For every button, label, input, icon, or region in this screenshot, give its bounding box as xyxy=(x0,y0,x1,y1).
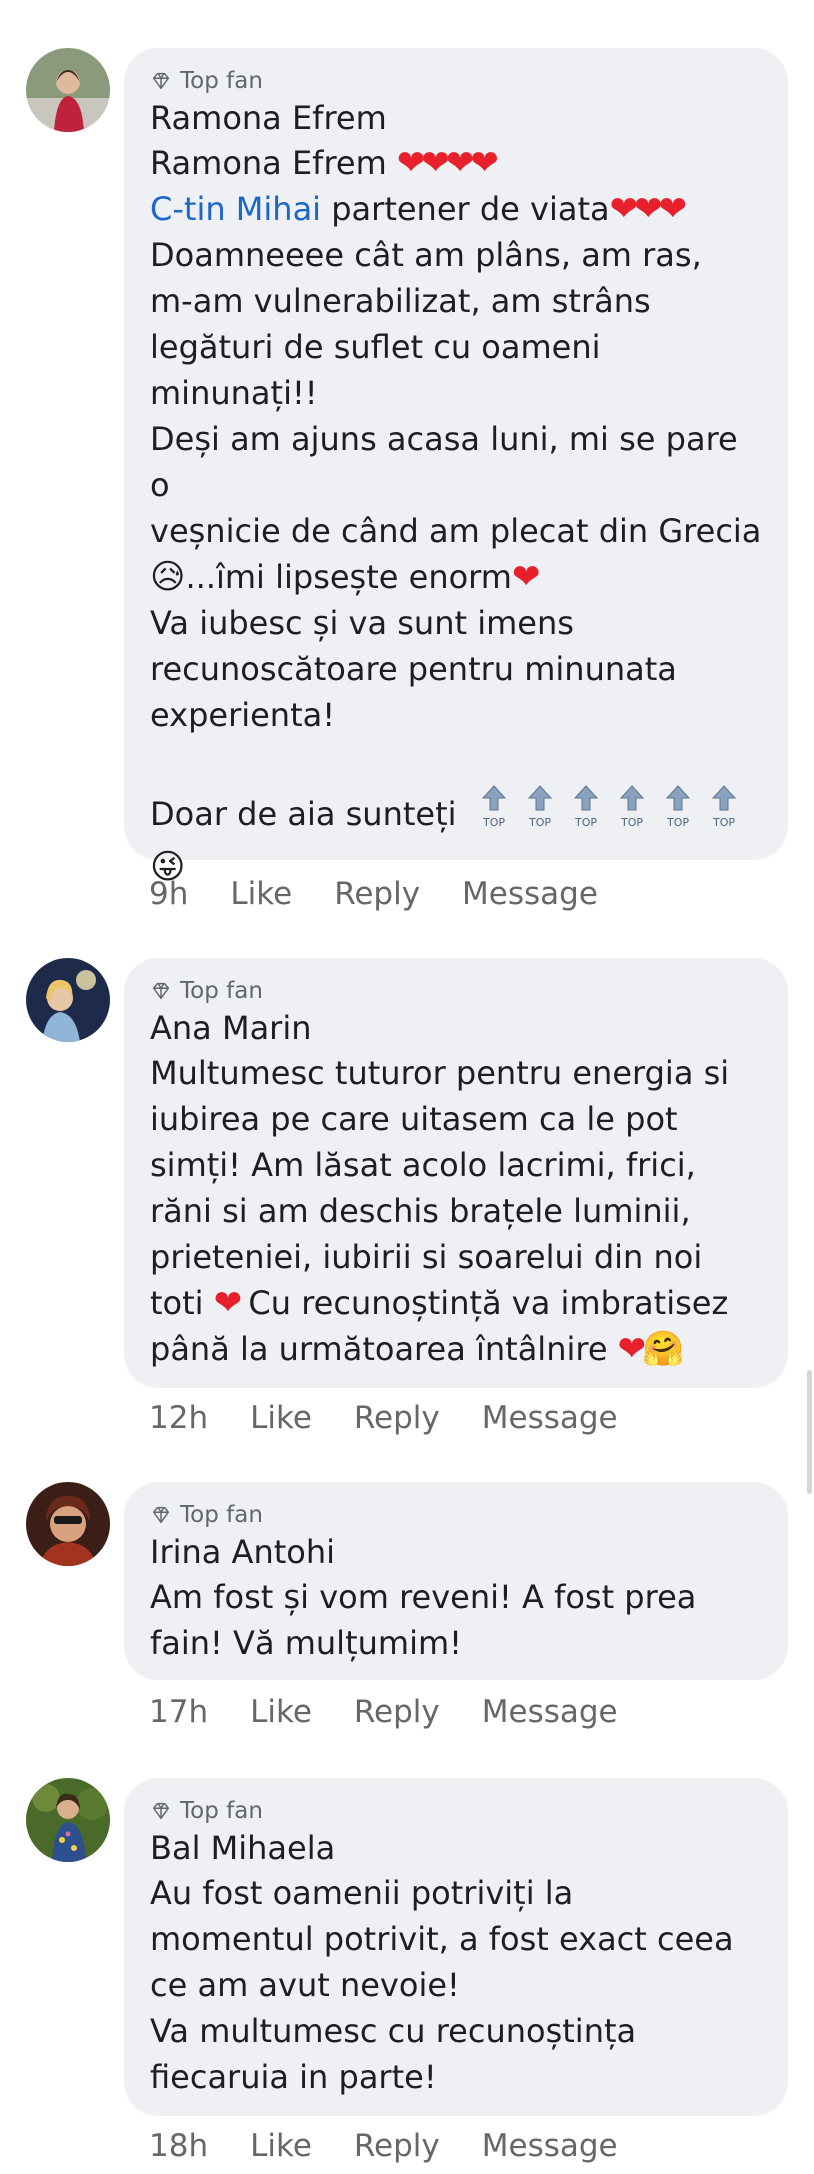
top-fan-badge: Top fan xyxy=(150,976,762,1006)
comment-bubble: Top fan Ana Marin Multumesc tuturor pent… xyxy=(124,958,788,1388)
comment-text: Au fost oamenii potriviți la momentul po… xyxy=(150,1870,762,2100)
badge-label: Top fan xyxy=(180,68,263,94)
like-button[interactable]: Like xyxy=(250,1400,312,1436)
scrollbar[interactable] xyxy=(807,1370,812,1494)
text-line: Multumesc tuturor pentru energia si xyxy=(150,1054,730,1092)
comment-bubble: Top fan Bal Mihaela Au fost oamenii potr… xyxy=(124,1778,788,2116)
text-line: Am fost și vom reveni! A fost prea xyxy=(150,1578,697,1616)
author-name[interactable]: Ana Marin xyxy=(150,1006,762,1050)
author-name[interactable]: Bal Mihaela xyxy=(150,1826,762,1870)
avatar[interactable] xyxy=(26,958,110,1042)
text-line: prieteniei, iubirii si soarelui din noi xyxy=(150,1238,703,1276)
diamond-icon xyxy=(152,1802,170,1820)
text-line: răni si am deschis brațele luminii, xyxy=(150,1192,691,1230)
author-name[interactable]: Irina Antohi xyxy=(150,1530,762,1574)
heart-emoji: ❤ xyxy=(511,557,540,597)
text-line: Deși am ajuns acasa luni, mi se pare o xyxy=(150,420,738,504)
comment-text: Ramona Efrem ❤❤❤❤ C-tin Mihai partener d… xyxy=(150,140,762,890)
top-fan-badge: Top fan xyxy=(150,1796,762,1826)
text-line: Doar de aia sunteți xyxy=(150,795,457,833)
comment-text: Am fost și vom reveni! A fost prea fain!… xyxy=(150,1574,762,1666)
text-line: ce am avut nevoie! xyxy=(150,1966,460,2004)
text-line: legături de suflet cu oameni xyxy=(150,328,601,366)
reply-button[interactable]: Reply xyxy=(354,2128,440,2164)
text-line: toti xyxy=(150,1284,214,1322)
avatar[interactable] xyxy=(26,1482,110,1566)
top-emoji-row: TOP TOP TOP TOP TOP TOP xyxy=(475,784,751,844)
timestamp[interactable]: 12h xyxy=(149,1400,208,1436)
avatar[interactable] xyxy=(26,1778,110,1862)
timestamp[interactable]: 9h xyxy=(149,876,188,912)
heart-emoji: ❤❤❤❤ xyxy=(396,143,499,183)
comment-actions: 12h Like Reply Message xyxy=(149,1400,660,1436)
text-line: partener de viata xyxy=(321,190,610,228)
svg-text:TOP: TOP xyxy=(528,816,551,829)
diamond-icon xyxy=(152,1506,170,1524)
top-arrow-icon: TOP xyxy=(475,784,513,844)
message-button[interactable]: Message xyxy=(482,1400,618,1436)
text-line: momentul potrivit, a fost exact ceea xyxy=(150,1920,734,1958)
badge-label: Top fan xyxy=(180,978,263,1004)
text-line: Doamneeee cât am plâns, am ras, xyxy=(150,236,702,274)
diamond-icon xyxy=(152,72,170,90)
text-line: fain! Vă mulțumim! xyxy=(150,1624,462,1662)
comment-bubble: Top fan Irina Antohi Am fost și vom reve… xyxy=(124,1482,788,1680)
text-line: experienta! xyxy=(150,696,336,734)
mention-link[interactable]: C-tin Mihai xyxy=(150,190,321,228)
reply-button[interactable]: Reply xyxy=(334,876,420,912)
comment-actions: 18h Like Reply Message xyxy=(149,2128,660,2164)
author-name[interactable]: Ramona Efrem xyxy=(150,96,762,140)
svg-text:TOP: TOP xyxy=(712,816,735,829)
text-line: ...îmi lipsește enorm xyxy=(185,558,512,596)
like-button[interactable]: Like xyxy=(230,876,292,912)
heart-emoji: ❤❤❤ xyxy=(609,189,687,229)
top-arrow-icon: TOP xyxy=(659,784,697,844)
top-arrow-icon: TOP xyxy=(521,784,559,844)
heart-emoji: ❤ xyxy=(213,1283,242,1323)
like-button[interactable]: Like xyxy=(250,2128,312,2164)
text-line: minunați!! xyxy=(150,374,318,412)
avatar[interactable] xyxy=(26,48,110,132)
svg-text:TOP: TOP xyxy=(620,816,643,829)
top-fan-badge: Top fan xyxy=(150,1500,762,1530)
timestamp[interactable]: 18h xyxy=(149,2128,208,2164)
comment-text: Multumesc tuturor pentru energia si iubi… xyxy=(150,1050,762,1372)
text-line: veșnicie de când am plecat din Grecia xyxy=(150,512,762,550)
reply-button[interactable]: Reply xyxy=(354,1694,440,1730)
comment-bubble: Top fan Ramona Efrem Ramona Efrem ❤❤❤❤ C… xyxy=(124,48,788,887)
text-line: recunoscătoare pentru minunata xyxy=(150,650,677,688)
text-line: m-am vulnerabilizat, am strâns xyxy=(150,282,651,320)
comment-actions: 9h Like Reply Message xyxy=(149,876,640,912)
text-line: iubirea pe care uitasem ca le pot xyxy=(150,1100,678,1138)
message-button[interactable]: Message xyxy=(482,1694,618,1730)
top-arrow-icon: TOP xyxy=(567,784,605,844)
like-button[interactable]: Like xyxy=(250,1694,312,1730)
top-arrow-icon: TOP xyxy=(705,784,743,844)
svg-text:TOP: TOP xyxy=(666,816,689,829)
sad-emoji: 😥 xyxy=(150,557,186,597)
reply-button[interactable]: Reply xyxy=(354,1400,440,1436)
top-arrow-icon: TOP xyxy=(613,784,651,844)
heart-emoji: ❤ xyxy=(617,1329,646,1369)
text-line: simți! Am lăsat acolo lacrimi, frici, xyxy=(150,1146,696,1184)
text-line: Va multumesc cu recunoștința xyxy=(150,2012,637,2050)
badge-label: Top fan xyxy=(180,1798,263,1824)
text-line: fiecaruia in parte! xyxy=(150,2058,437,2096)
badge-label: Top fan xyxy=(180,1502,263,1528)
text-line: Va iubesc și va sunt imens xyxy=(150,604,574,642)
text-line: până la următoarea întâlnire xyxy=(150,1330,618,1368)
message-button[interactable]: Message xyxy=(462,876,598,912)
top-fan-badge: Top fan xyxy=(150,66,762,96)
hug-emoji: 🤗 xyxy=(642,1329,685,1369)
text-line: Cu recunoștință va imbratisez xyxy=(238,1284,729,1322)
text-line: Ramona Efrem xyxy=(150,144,387,182)
svg-text:TOP: TOP xyxy=(574,816,597,829)
timestamp[interactable]: 17h xyxy=(149,1694,208,1730)
comment-actions: 17h Like Reply Message xyxy=(149,1694,660,1730)
text-line: Au fost oamenii potriviți la xyxy=(150,1874,574,1912)
message-button[interactable]: Message xyxy=(482,2128,618,2164)
diamond-icon xyxy=(152,982,170,1000)
svg-text:TOP: TOP xyxy=(482,816,505,829)
